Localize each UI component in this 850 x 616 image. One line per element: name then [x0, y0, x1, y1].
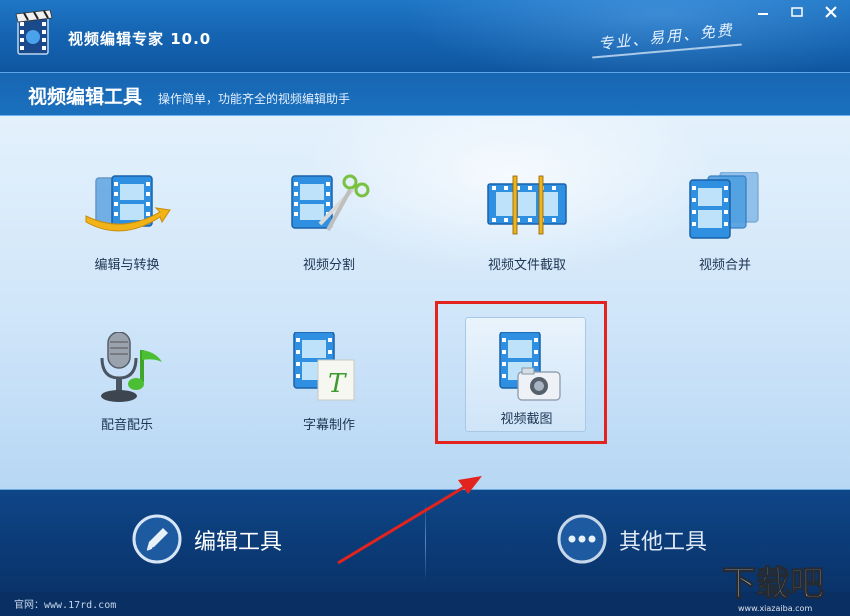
- tool-panel: 编辑与转换 视频分割 视频文件截取 视频合并 配音配乐 T 字幕制作 视频截图: [0, 116, 850, 489]
- slogan: 专业、易用、免费: [597, 20, 735, 54]
- minimize-icon: [758, 13, 768, 15]
- section-subtitle: 操作简单，功能齐全的视频编辑助手: [158, 92, 351, 106]
- tool-label: 视频合并: [698, 258, 751, 273]
- more-dots-icon: [557, 514, 607, 564]
- watermark-url: www.xiazaiba.com: [738, 604, 812, 613]
- other-tools-label: 其他工具: [619, 530, 708, 555]
- watermark-logo: 下载吧 www.xiazaiba.com: [721, 563, 824, 613]
- section-header: 视频编辑工具 操作简单，功能齐全的视频编辑助手: [0, 72, 850, 116]
- tool-edit-convert[interactable]: 编辑与转换: [62, 172, 182, 284]
- film-trim-icon: [487, 175, 567, 235]
- tool-label: 字幕制作: [302, 418, 355, 433]
- watermark-text: 下载吧: [722, 564, 824, 604]
- film-camera-icon: [499, 332, 561, 401]
- tool-label: 配音配乐: [100, 418, 153, 433]
- app-logo-icon: [15, 10, 53, 55]
- section-title: 视频编辑工具: [28, 86, 143, 108]
- pencil-icon: [132, 514, 182, 564]
- tool-trim[interactable]: 视频文件截取: [462, 172, 582, 284]
- restore-icon: [791, 7, 803, 17]
- edit-tools-label: 编辑工具: [194, 530, 283, 555]
- tool-dubbing[interactable]: 配音配乐: [62, 332, 182, 444]
- tool-label: 视频文件截取: [487, 258, 566, 273]
- film-stack-icon: [689, 172, 759, 239]
- minimize-button[interactable]: [752, 3, 774, 21]
- tool-label: 视频截图: [500, 412, 553, 427]
- tool-subtitle[interactable]: T 字幕制作: [264, 332, 384, 444]
- film-text-icon: T: [293, 332, 355, 401]
- title-bar: 视频编辑专家 10.0 专业、易用、免费: [0, 0, 850, 72]
- restore-button[interactable]: [786, 3, 808, 21]
- bottom-divider: [425, 500, 426, 582]
- tool-merge[interactable]: 视频合并: [660, 172, 780, 284]
- official-site-link[interactable]: 官网：www.17rd.com: [14, 596, 116, 611]
- microphone-music-icon: [100, 332, 162, 402]
- tool-label: 编辑与转换: [94, 258, 160, 273]
- tool-split[interactable]: 视频分割: [264, 172, 384, 284]
- svg-text:T: T: [328, 369, 347, 399]
- film-scissors-icon: [291, 174, 370, 231]
- close-button[interactable]: [820, 3, 842, 21]
- close-icon: [825, 6, 837, 18]
- tool-screenshot[interactable]: 视频截图: [465, 317, 586, 432]
- tool-label: 视频分割: [302, 258, 355, 273]
- film-arrow-icon: [85, 175, 171, 232]
- window-title: 视频编辑专家 10.0: [68, 30, 212, 48]
